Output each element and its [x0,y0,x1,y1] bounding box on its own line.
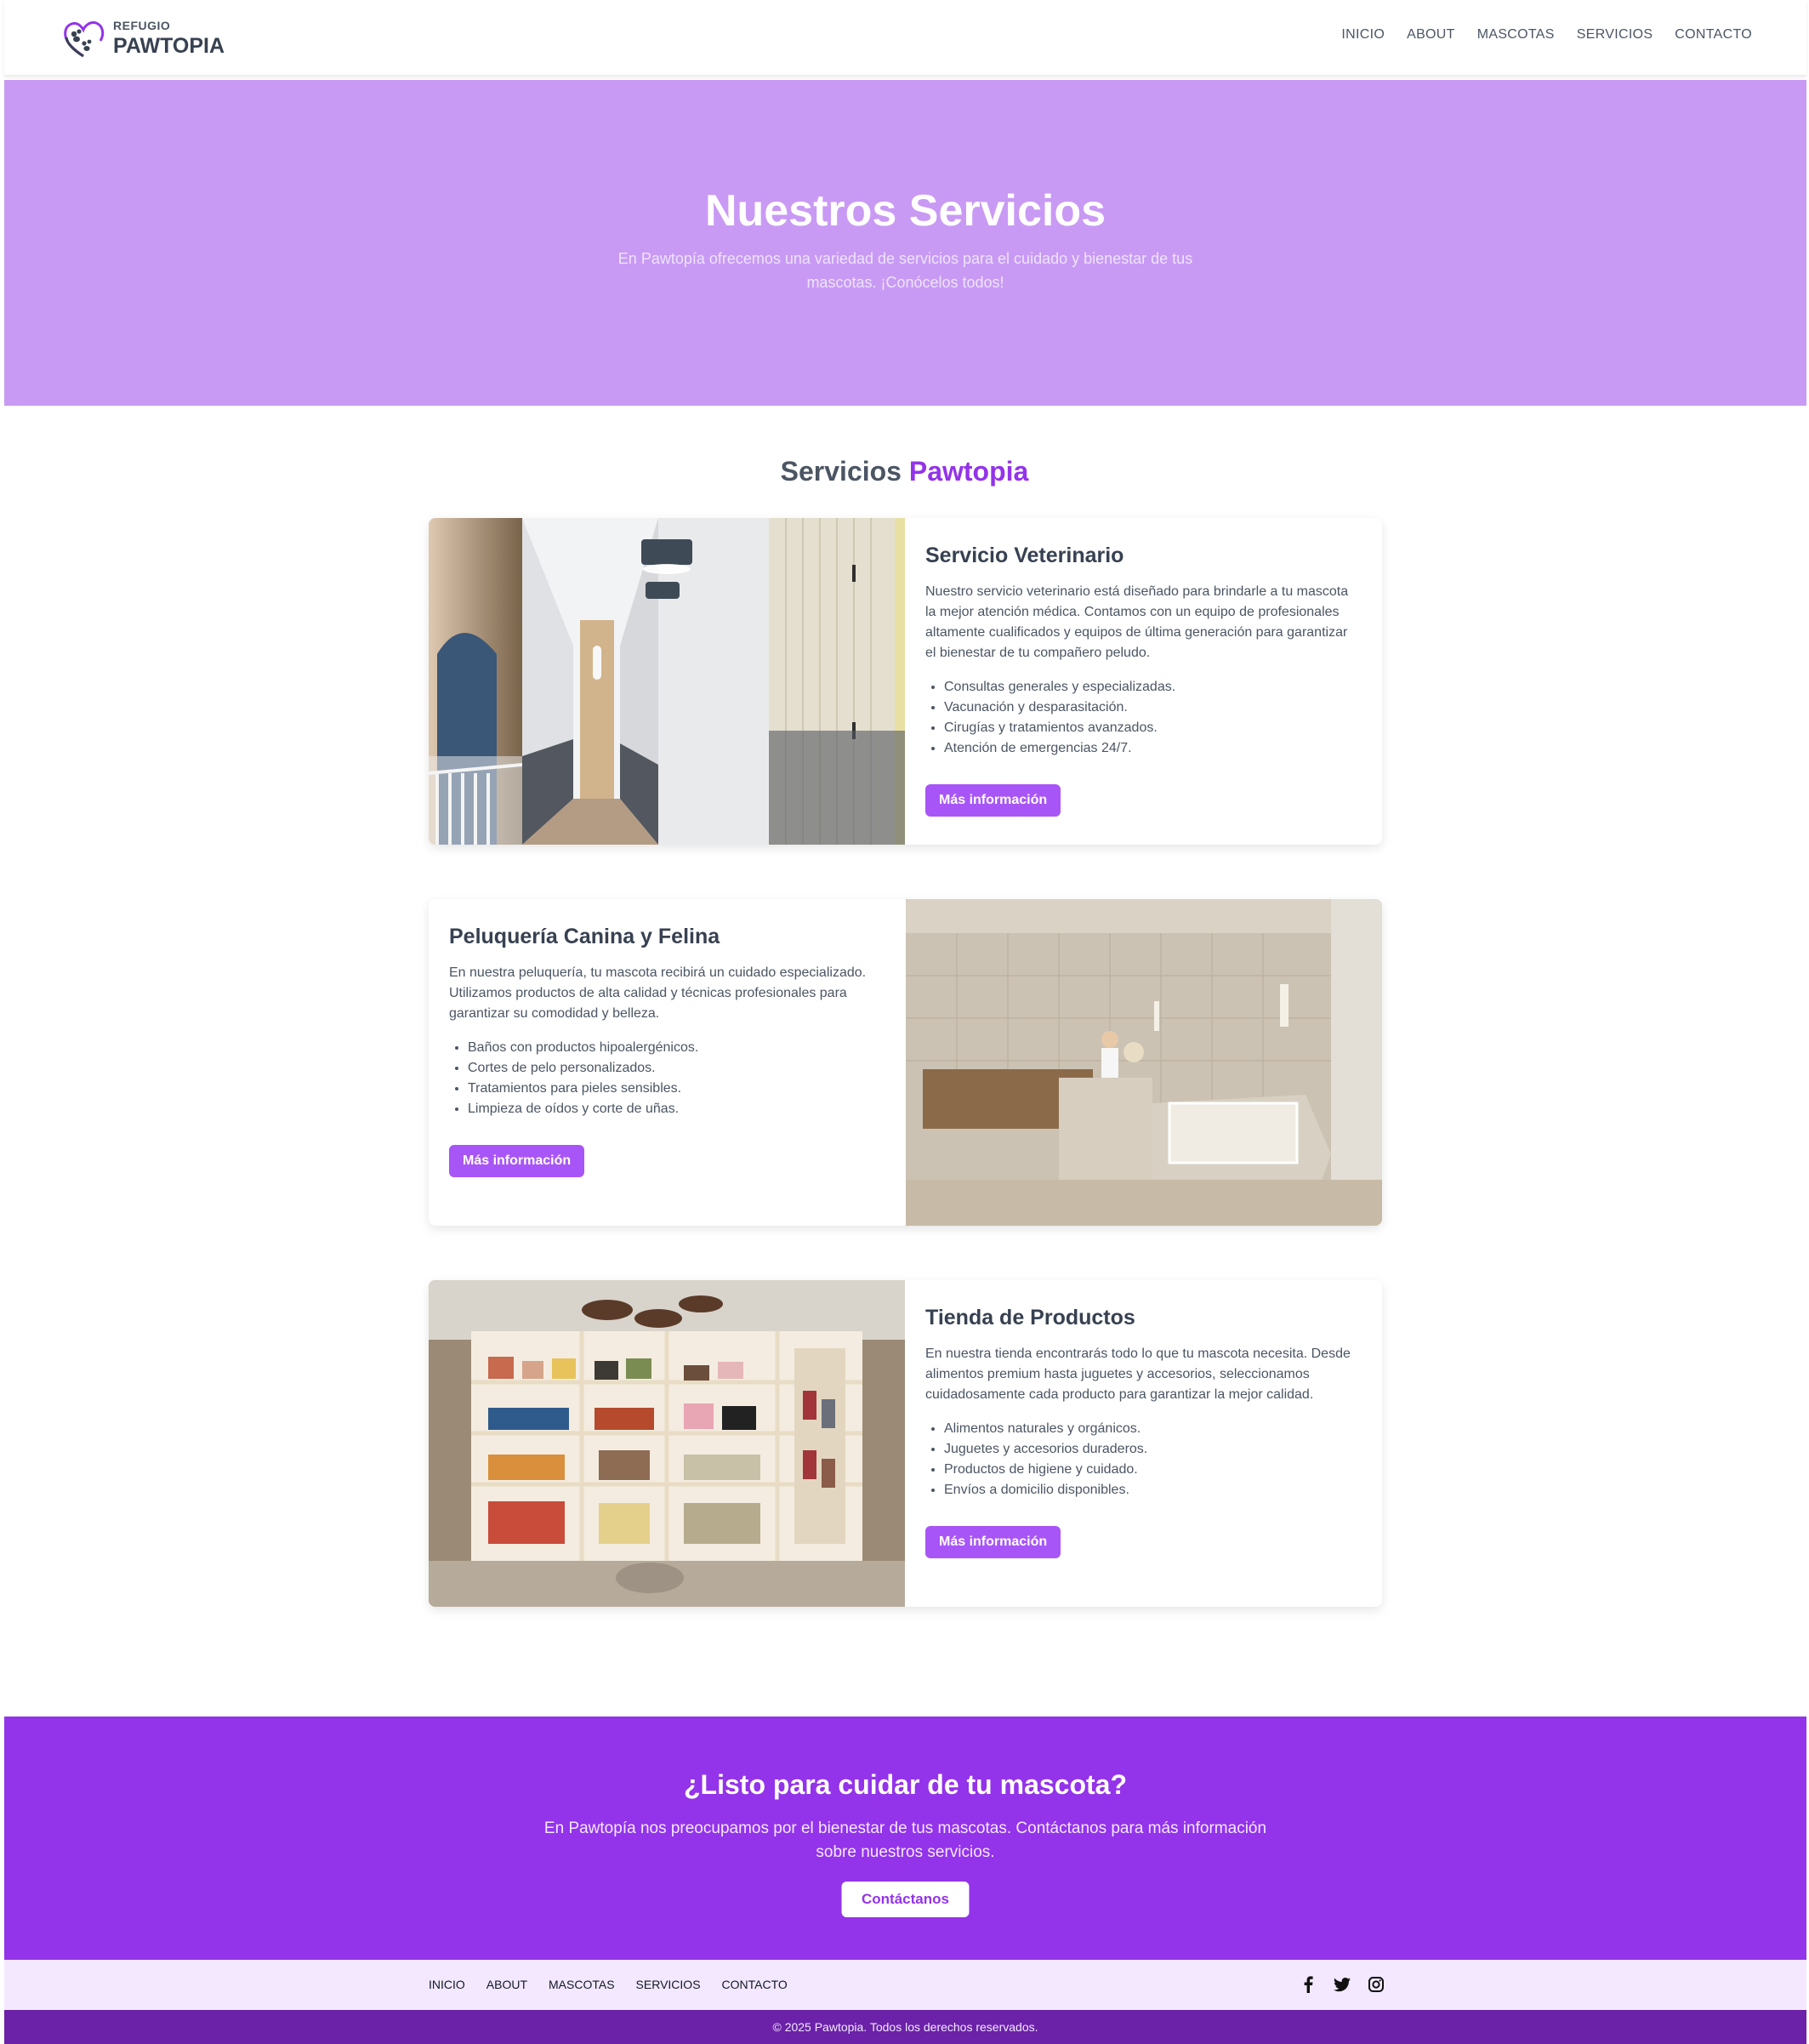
list-item: Atención de emergencias 24/7. [944,738,1362,759]
logo-title: PAWTOPIA [113,33,225,58]
cta-title: ¿Listo para cuidar de tu mascota? [684,1769,1127,1800]
nav-about[interactable]: ABOUT [1407,27,1455,43]
facebook-icon[interactable] [1299,1975,1317,1994]
pet-store-image [429,1280,905,1607]
nav-inicio[interactable]: INICIO [1341,27,1385,43]
list-item: Cortes de pelo personalizados. [468,1058,885,1079]
service-feature-list: Baños con productos hipoalergénicos. Cor… [449,1038,885,1119]
nav-contacto[interactable]: CONTACTO [1675,27,1752,43]
footer-nav-about[interactable]: ABOUT [486,1978,527,1991]
section-title-main: Servicios [780,456,909,487]
cta-text: En Pawtopía nos preocupamos por el biene… [543,1819,1267,1861]
logo[interactable]: REFUGIO PAWTOPIA [60,15,225,61]
list-item: Tratamientos para pieles sensibles. [468,1079,885,1099]
more-info-button[interactable]: Más información [925,784,1061,817]
list-item: Consultas generales y especializadas. [944,677,1362,697]
more-info-button[interactable]: Más información [449,1145,585,1177]
service-description: En nuestra tienda encontrarás todo lo qu… [925,1347,1351,1402]
heart-paw-logo-icon [60,15,106,61]
service-card-content: Servicio Veterinario Nuestro servicio ve… [905,518,1382,845]
contact-button[interactable]: Contáctanos [841,1882,970,1917]
grooming-room-image [906,899,1382,1226]
list-item: Envíos a domicilio disponibles. [944,1480,1362,1500]
main-nav: INICIO ABOUT MASCOTAS SERVICIOS CONTACTO [1341,27,1752,43]
site-footer: INICIO ABOUT MASCOTAS SERVICIOS CONTACTO [4,1960,1806,2010]
service-card-peluqueria: Peluquería Canina y Felina En nuestra pe… [429,899,1382,1226]
service-description: En nuestra peluquería, tu mascota recibi… [449,965,867,1021]
service-title: Peluquería Canina y Felina [449,925,720,948]
twitter-icon[interactable] [1333,1975,1351,1994]
section-title-accent: Pawtopia [908,456,1029,487]
list-item: Limpieza de oídos y corte de uñas. [468,1099,885,1119]
footer-nav-mascotas[interactable]: MASCOTAS [549,1978,615,1991]
footer-nav-contacto[interactable]: CONTACTO [722,1978,788,1991]
list-item: Juguetes y accesorios duraderos. [944,1439,1362,1460]
service-feature-list: Consultas generales y especializadas. Va… [925,677,1362,759]
instagram-icon[interactable] [1367,1975,1385,1994]
footer-nav-inicio[interactable]: INICIO [429,1978,465,1991]
nav-mascotas[interactable]: MASCOTAS [1477,27,1555,43]
list-item: Alimentos naturales y orgánicos. [944,1419,1362,1439]
service-card-content: Peluquería Canina y Felina En nuestra pe… [429,899,906,1226]
service-card-content: Tienda de Productos En nuestra tienda en… [905,1280,1382,1607]
site-header: REFUGIO PAWTOPIA INICIO ABOUT MASCOTAS S… [4,0,1806,76]
service-feature-list: Alimentos naturales y orgánicos. Juguete… [925,1419,1362,1500]
list-item: Productos de higiene y cuidado. [944,1460,1362,1480]
service-description: Nuestro servicio veterinario está diseña… [925,584,1349,660]
service-card-tienda: Tienda de Productos En nuestra tienda en… [429,1280,1382,1607]
logo-subtitle: REFUGIO [113,18,171,32]
hero-banner: Nuestros Servicios En Pawtopía ofrecemos… [4,80,1806,406]
list-item: Cirugías y tratamientos avanzados. [944,718,1362,738]
service-title: Tienda de Productos [925,1306,1135,1329]
footer-nav-servicios[interactable]: SERVICIOS [636,1978,701,1991]
copyright: © 2025 Pawtopia. Todos los derechos rese… [4,2010,1806,2044]
veterinary-hallway-image [429,518,905,845]
service-card-veterinario: Servicio Veterinario Nuestro servicio ve… [429,518,1382,845]
hero-subtitle: En Pawtopía ofrecemos una variedad de se… [617,250,1193,291]
list-item: Vacunación y desparasitación. [944,697,1362,718]
services-section-title: Servicios Pawtopia [0,456,1809,487]
social-links [1299,1975,1385,1994]
service-title: Servicio Veterinario [925,544,1124,567]
list-item: Baños con productos hipoalergénicos. [468,1038,885,1058]
nav-servicios[interactable]: SERVICIOS [1577,27,1653,43]
cta-section: ¿Listo para cuidar de tu mascota? En Paw… [4,1717,1806,1960]
footer-nav: INICIO ABOUT MASCOTAS SERVICIOS CONTACTO [429,1978,788,1991]
hero-title: Nuestros Servicios [704,186,1106,236]
more-info-button[interactable]: Más información [925,1526,1061,1558]
